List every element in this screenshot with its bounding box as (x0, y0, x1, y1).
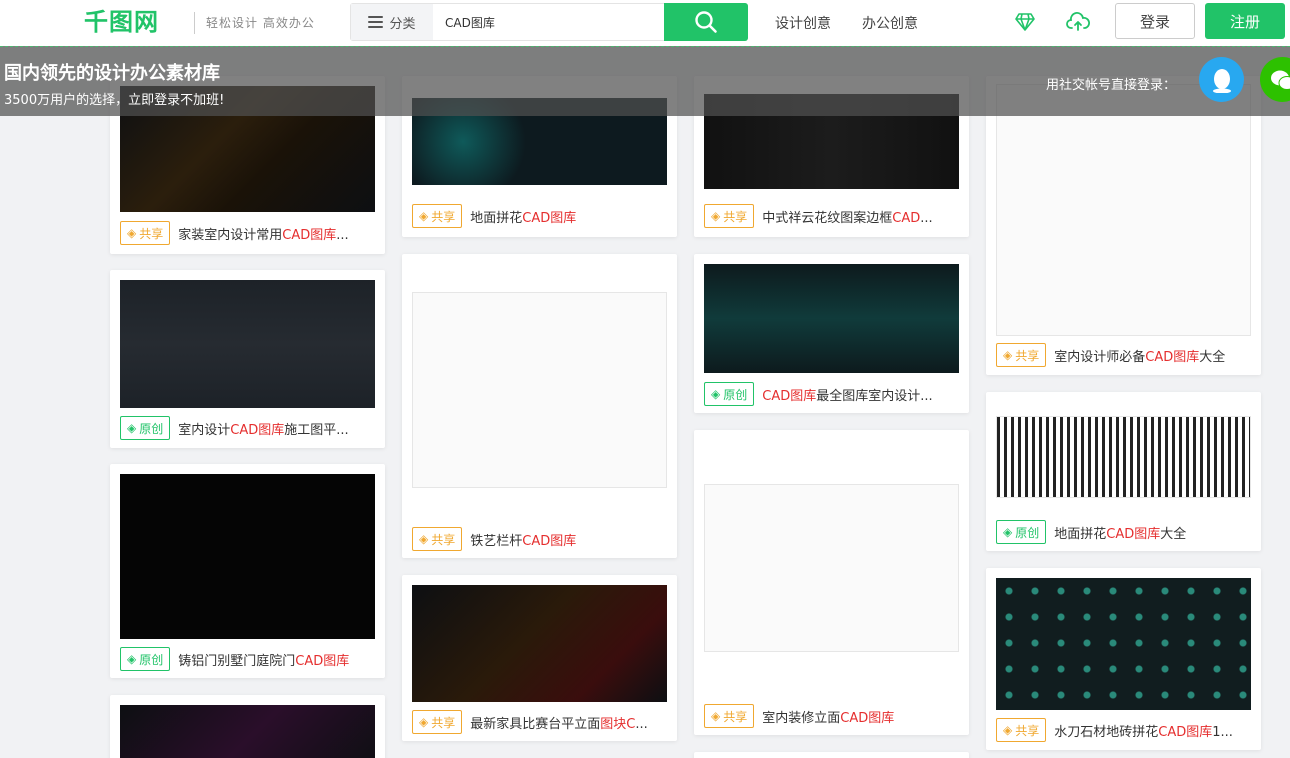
diamond-icon: ◈ (127, 226, 137, 240)
share-badge: ◈ 共享 (412, 710, 463, 734)
qq-login-button[interactable] (1199, 57, 1244, 102)
share-badge: ◈ 共享 (704, 704, 755, 728)
search-bar: 分类 (350, 3, 748, 41)
share-badge: ◈ 共享 (120, 221, 171, 245)
category-dropdown[interactable]: 分类 (351, 4, 433, 40)
vip-diamond-icon[interactable] (1013, 10, 1037, 34)
card-c6[interactable]: ◈ 共享 最新家具比赛台平立面图块C... (402, 575, 677, 741)
share-badge: ◈ 共享 (412, 204, 463, 228)
search-input[interactable] (435, 4, 663, 40)
card-title[interactable]: 室内装修立面CAD图库 (762, 707, 894, 726)
card-title[interactable]: 地面拼花CAD图库大全 (1054, 523, 1186, 542)
card-title[interactable]: 铁艺栏杆CAD图库 (470, 530, 576, 549)
diamond-icon: ◈ (127, 421, 137, 435)
diamond-icon: ◈ (419, 209, 429, 223)
diamond-icon: ◈ (711, 387, 721, 401)
site-slogan: 轻松设计 高效办公 (206, 16, 315, 30)
top-header: 千图网 轻松设计 高效办公 分类 设计创意 办公创意 登录 注册 (0, 0, 1290, 46)
site-logo[interactable]: 千图网 (84, 6, 159, 38)
card-thumbnail (704, 484, 959, 652)
card-thumbnail (412, 292, 667, 488)
diamond-icon: ◈ (419, 532, 429, 546)
card-title[interactable]: 室内设计CAD图库施工图平... (178, 419, 348, 438)
search-icon (695, 11, 717, 33)
card-thumbnail (120, 705, 375, 758)
card-c11[interactable]: ◈ 原创 地面拼花CAD图库大全 (986, 392, 1261, 551)
logo-divider (194, 12, 195, 34)
nav-design-creative[interactable]: 设计创意 (775, 13, 831, 33)
card-partial-col3[interactable] (694, 752, 969, 758)
card-title[interactable]: 最新家具比赛台平立面图块C... (470, 713, 648, 732)
card-title[interactable]: 水刀石材地砖拼花CAD图库1... (1054, 721, 1233, 740)
share-badge: ◈ 共享 (996, 718, 1047, 742)
original-badge: ◈ 原创 (704, 382, 755, 406)
wechat-icon (1270, 70, 1290, 90)
register-button[interactable]: 注册 (1205, 3, 1285, 39)
menu-icon (368, 16, 384, 28)
cloud-upload-icon[interactable] (1066, 10, 1090, 34)
qq-penguin-icon (1212, 68, 1231, 93)
social-login-label: 用社交帐号直接登录： (1046, 78, 1177, 93)
card-thumbnail (704, 264, 959, 373)
card-c8[interactable]: ◈ 原创 CAD图库最全图库室内设计... (694, 254, 969, 413)
card-c9[interactable]: ◈ 共享 室内装修立面CAD图库 (694, 430, 969, 735)
diamond-icon: ◈ (1003, 723, 1013, 737)
search-button[interactable] (664, 3, 748, 41)
card-title[interactable]: 家装室内设计常用CAD图库... (178, 224, 348, 243)
original-badge: ◈ 原创 (996, 520, 1047, 544)
card-title[interactable]: 室内设计师必备CAD图库大全 (1054, 346, 1225, 365)
card-c12[interactable]: ◈ 共享 水刀石材地砖拼花CAD图库1... (986, 568, 1261, 750)
share-badge: ◈ 共享 (996, 343, 1047, 367)
card-c2[interactable]: ◈ 原创 室内设计CAD图库施工图平... (110, 270, 385, 448)
banner-title: 国内领先的设计办公素材库 (4, 63, 220, 84)
card-c3[interactable]: ◈ 原创 铸铝门别墅门庭院门CAD图库 (110, 464, 385, 678)
card-c5[interactable]: ◈ 共享 铁艺栏杆CAD图库 (402, 254, 677, 558)
category-label: 分类 (389, 16, 416, 32)
card-c10[interactable]: ◈ 共享 室内设计师必备CAD图库大全 (986, 76, 1261, 375)
card-title[interactable]: 中式祥云花纹图案边框CAD... (762, 207, 932, 226)
diamond-icon: ◈ (419, 715, 429, 729)
card-thumbnail (996, 84, 1251, 336)
card-partial-col1[interactable] (110, 695, 385, 758)
card-thumbnail (996, 416, 1251, 498)
card-thumbnail (120, 280, 375, 408)
share-badge: ◈ 共享 (704, 204, 755, 228)
card-title[interactable]: 铸铝门别墅门庭院门CAD图库 (178, 650, 349, 669)
wechat-login-button[interactable] (1260, 57, 1290, 102)
original-badge: ◈ 原创 (120, 647, 171, 671)
share-badge: ◈ 共享 (412, 527, 463, 551)
card-thumbnail (120, 474, 375, 639)
original-badge: ◈ 原创 (120, 416, 171, 440)
diamond-icon: ◈ (1003, 525, 1013, 539)
diamond-icon: ◈ (711, 209, 721, 223)
login-button[interactable]: 登录 (1115, 3, 1195, 39)
card-thumbnail (412, 585, 667, 702)
diamond-icon: ◈ (127, 652, 137, 666)
nav-office-creative[interactable]: 办公创意 (862, 13, 918, 33)
login-promo-banner: 国内领先的设计办公素材库 3500万用户的选择，立即登录不加班! 用社交帐号直接… (0, 46, 1290, 116)
card-thumbnail (996, 578, 1251, 710)
diamond-icon: ◈ (711, 709, 721, 723)
card-title[interactable]: CAD图库最全图库室内设计... (762, 385, 932, 404)
banner-subtitle: 3500万用户的选择，立即登录不加班! (4, 93, 225, 108)
card-title[interactable]: 地面拼花CAD图库 (470, 207, 576, 226)
diamond-icon: ◈ (1003, 348, 1013, 362)
